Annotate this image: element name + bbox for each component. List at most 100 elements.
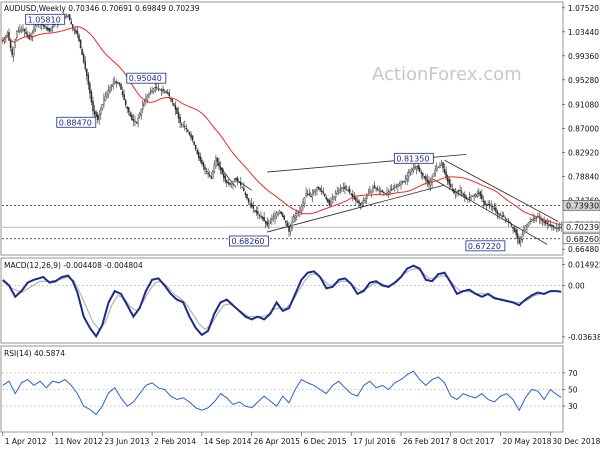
candle-body xyxy=(95,112,97,117)
price-y-tick-label: 0.66480 xyxy=(568,245,599,254)
candle-body xyxy=(82,54,85,63)
candle-body xyxy=(502,215,505,217)
candle-body xyxy=(107,90,110,96)
candle-body xyxy=(110,85,113,87)
candle-body xyxy=(238,181,240,184)
x-tick-label: 20 May 2018 xyxy=(503,437,552,446)
candle-body xyxy=(328,200,331,206)
candle-body xyxy=(208,174,211,177)
macd-panel-title: MACD(12,26,9) -0.004408 -0.004804 xyxy=(4,261,143,270)
candle-body xyxy=(266,221,268,226)
candle-body xyxy=(159,89,161,91)
candle-body xyxy=(316,187,318,191)
candle-body xyxy=(425,176,427,181)
candle-body xyxy=(47,27,49,31)
candle-body xyxy=(311,193,314,198)
candle-body xyxy=(364,198,366,201)
candle-body xyxy=(485,204,488,206)
candle-body xyxy=(411,168,413,172)
candle-body xyxy=(45,27,48,29)
candle-body xyxy=(551,224,553,227)
candle-body xyxy=(117,81,119,84)
candle-body xyxy=(198,152,200,159)
candle-body xyxy=(34,25,37,30)
candle-body xyxy=(201,159,203,165)
candle-body xyxy=(156,87,158,89)
candle-body xyxy=(418,167,421,172)
candle-body xyxy=(473,194,475,196)
candle-body xyxy=(187,130,189,132)
candle-body xyxy=(552,225,555,228)
candle-body xyxy=(87,74,90,85)
candle-body xyxy=(412,168,415,171)
candle-body xyxy=(527,222,530,226)
candle-body xyxy=(19,29,21,33)
candle-body xyxy=(471,195,474,197)
candle-body xyxy=(423,175,426,178)
candle-body xyxy=(6,32,9,36)
candle-body xyxy=(135,121,138,123)
candle-body xyxy=(548,224,550,226)
candle-body xyxy=(492,206,494,208)
candle-body xyxy=(123,94,125,101)
candle-body xyxy=(325,197,328,200)
price-annotation-label: 0.88470 xyxy=(59,118,92,127)
candle-body xyxy=(103,98,105,105)
candle-body xyxy=(131,114,133,120)
candle-body xyxy=(499,215,502,217)
candle-body xyxy=(33,28,35,33)
candle-body xyxy=(432,173,435,177)
candle-body xyxy=(240,181,242,186)
x-tick-label: 17 Jul 2016 xyxy=(353,437,396,446)
candle-body xyxy=(493,207,496,210)
price-panel-title: AUDUSD,Weekly 0.70346 0.70691 0.69849 0.… xyxy=(4,4,200,13)
candle-body xyxy=(521,234,524,240)
candle-body xyxy=(17,30,20,32)
candle-body xyxy=(516,233,519,240)
candle-body xyxy=(506,218,508,220)
candle-body xyxy=(457,190,460,192)
candle-body xyxy=(280,211,282,215)
candle-body xyxy=(84,61,86,69)
candle-body xyxy=(348,188,351,193)
candle-body xyxy=(114,81,116,84)
candle-body xyxy=(481,194,483,200)
candle-body xyxy=(75,30,77,33)
candle-body xyxy=(448,179,450,185)
candle-body xyxy=(121,90,124,95)
candle-body xyxy=(184,126,186,128)
candle-body xyxy=(339,188,342,190)
candle-body xyxy=(204,166,206,170)
candle-body xyxy=(230,182,233,186)
price-y-tick-label: 1.03440 xyxy=(568,28,599,37)
candle-body xyxy=(507,220,510,222)
candle-body xyxy=(549,224,552,226)
price-annotation-label: 0.95040 xyxy=(129,74,162,83)
candle-body xyxy=(296,213,298,217)
candle-body xyxy=(89,83,91,94)
candle-body xyxy=(404,178,407,182)
candle-body xyxy=(235,178,237,180)
candle-body xyxy=(487,204,489,206)
candle-body xyxy=(300,206,303,211)
candle-body xyxy=(535,217,538,219)
candle-body xyxy=(313,191,315,194)
candle-body xyxy=(359,203,362,206)
candle-body xyxy=(263,217,265,222)
candle-body xyxy=(445,171,447,178)
candle-body xyxy=(134,120,136,122)
candle-body xyxy=(361,202,363,204)
candle-body xyxy=(199,156,202,162)
candle-body xyxy=(109,87,111,93)
candle-body xyxy=(451,188,454,191)
candle-body xyxy=(482,200,485,203)
candle-body xyxy=(510,223,513,226)
macd-y-tick-label: 0.00 xyxy=(568,281,585,290)
candle-body xyxy=(355,197,357,201)
candle-body xyxy=(317,186,320,190)
candle-body xyxy=(515,229,517,235)
price-y-tick-label: 0.87000 xyxy=(568,125,599,134)
candle-body xyxy=(484,200,486,206)
candle-body xyxy=(324,193,326,197)
candle-body xyxy=(341,187,343,189)
